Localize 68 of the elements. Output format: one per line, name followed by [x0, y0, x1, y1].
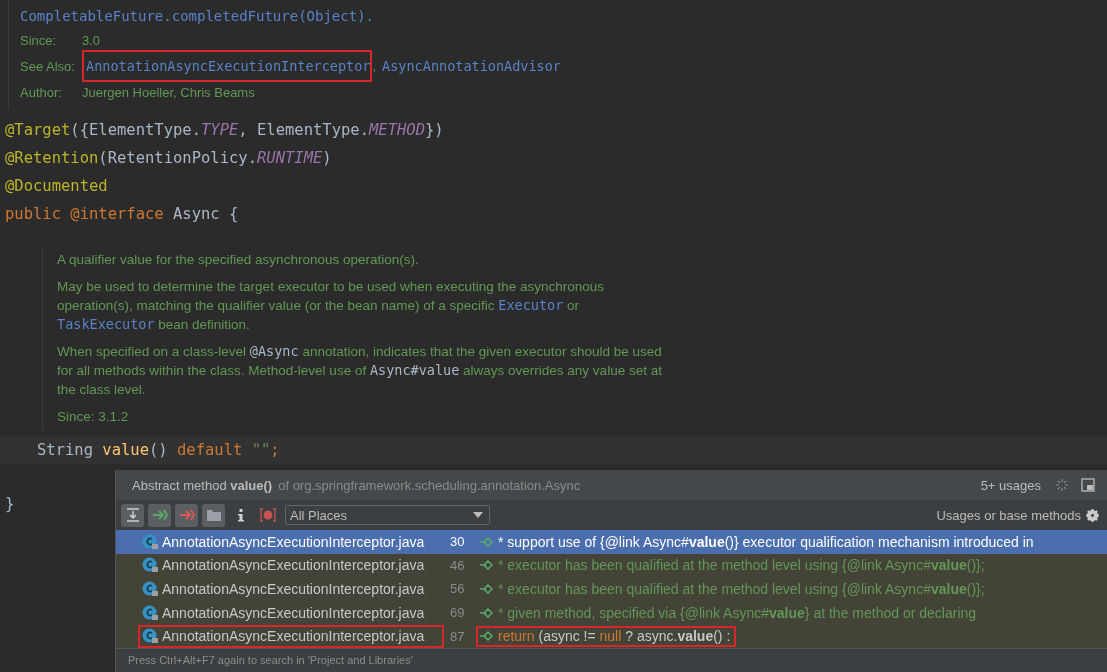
usage-arrow-icon	[480, 607, 494, 618]
doc-paragraph: When specified on a class-level @Async annotation, indicates that the given executor should be used for all methods within the class. Method-level use of Async#value always overrides any value set at the class level.	[57, 342, 663, 399]
spinner-icon	[1055, 478, 1069, 492]
usage-arrow-icon	[480, 536, 494, 547]
expand-all-icon	[125, 508, 140, 522]
doc-paragraph: May be used to determine the target executor to be used when executing the asynchronous operation(s), matching the qualifier value (or the bean name) of a specific Executor or TaskExecutor bean definition.	[57, 278, 606, 334]
doc-field-label: See Also:	[20, 58, 76, 74]
code-line: @Documented	[5, 176, 109, 197]
code-snippet: * executor has been qualified at the method level using {@link Async#value()};	[498, 557, 985, 574]
class-icon	[142, 533, 158, 550]
file-name: AnnotationAsyncExecutionInterceptor.java	[162, 533, 425, 550]
class-icon	[142, 581, 158, 597]
file-name: AnnotationAsyncExecutionInterceptor.java	[162, 581, 425, 597]
usage-arrow-icon	[480, 631, 494, 642]
doc-paragraph: A qualifier value for the specified asynchronous operation(s).	[57, 251, 420, 269]
code-snippet: * executor has been qualified at the method level using {@link Async#value()};	[498, 581, 985, 597]
code-snippet: return (async != null ? async.value() :	[498, 628, 731, 645]
toolbar-button[interactable]	[175, 503, 198, 527]
doc-link[interactable]: AsyncAnnotationAdvisor	[378, 50, 563, 82]
doc-field-value: Juergen Hoeller, Chris Beams	[82, 84, 255, 100]
usage-row[interactable]: AnnotationAsyncExecutionInterceptor.java 69 * given method, specified via {@link Async#value} at the method or declaring	[116, 600, 1107, 625]
class-icon	[142, 557, 158, 574]
class-icon	[142, 628, 158, 645]
code-snippet: * support use of {@link Async#value()} executor qualification mechanism introduced in	[498, 533, 1034, 550]
line-number: 87	[450, 628, 466, 644]
method-icon	[259, 508, 276, 522]
code-line: @Target({ElementType.TYPE, ElementType.METHOD})	[5, 120, 445, 141]
caret-icon	[473, 512, 483, 518]
doc-code-text: CompletableFuture.completedFuture(Object).	[20, 8, 375, 24]
usage-row[interactable]: AnnotationAsyncExecutionInterceptor.java 87 return (async != null ? async.value() :	[116, 624, 1107, 648]
doc-field-value: 3.0	[82, 32, 101, 48]
line-number: 56	[450, 581, 466, 597]
doc-field-value: ,	[372, 58, 377, 74]
line-number: 46	[450, 557, 466, 573]
file-name: AnnotationAsyncExecutionInterceptor.java	[162, 628, 425, 645]
line-number: 30	[450, 534, 466, 550]
toolbar-button[interactable]	[202, 503, 225, 527]
settings-icon	[1086, 508, 1099, 522]
class-icon	[142, 604, 158, 621]
file-name: AnnotationAsyncExecutionInterceptor.java	[162, 604, 425, 621]
popup-qualifier: of org.springframework.scheduling.annotation.Async	[278, 477, 582, 493]
arrow-right-icon	[151, 508, 168, 522]
folder-icon	[205, 508, 222, 522]
scope-dropdown[interactable]: All Places	[285, 505, 490, 525]
code-snippet: * given method, specified via {@link Async#value} at the method or declaring	[498, 604, 977, 621]
doc-paragraph: Since: 3.1.2	[57, 408, 130, 426]
usage-row[interactable]: AnnotationAsyncExecutionInterceptor.java 46 * executor has been qualified at the method level using {@link Async#value()};	[116, 553, 1107, 578]
arrow-right-icon	[178, 508, 195, 522]
pin-window-icon[interactable]	[1081, 478, 1095, 492]
search-hint: Press Ctrl+Alt+F7 again to search in 'Project and Libraries'	[116, 647, 1107, 672]
usage-arrow-icon	[480, 560, 494, 571]
info-icon	[236, 508, 245, 522]
toolbar-button[interactable]	[121, 503, 144, 527]
usage-count: 5+ usages	[980, 477, 1041, 493]
usage-row[interactable]: AnnotationAsyncExecutionInterceptor.java 56 * executor has been qualified at the method level using {@link Async#value()};	[116, 577, 1107, 601]
doc-field-label: Since:	[20, 32, 58, 48]
file-name: AnnotationAsyncExecutionInterceptor.java	[162, 557, 425, 574]
filter-button[interactable]: Usages or base methods	[936, 507, 1099, 523]
doc-link[interactable]: AnnotationAsyncExecutionInterceptor	[82, 50, 373, 82]
code-line: public @interface Async {	[5, 204, 240, 225]
code-line: @Retention(RetentionPolicy.RUNTIME)	[5, 148, 333, 169]
usage-arrow-icon	[480, 584, 494, 594]
usage-row[interactable]: AnnotationAsyncExecutionInterceptor.java 30 * support use of {@link Async#value()} executor qualification mechanism introduced in	[116, 530, 1107, 554]
code-line: }	[5, 494, 15, 515]
doc-field-label: Author:	[20, 84, 63, 100]
line-number: 69	[450, 605, 466, 621]
toolbar-button[interactable]	[148, 503, 171, 527]
popup-title: Abstract method value()	[132, 477, 273, 493]
